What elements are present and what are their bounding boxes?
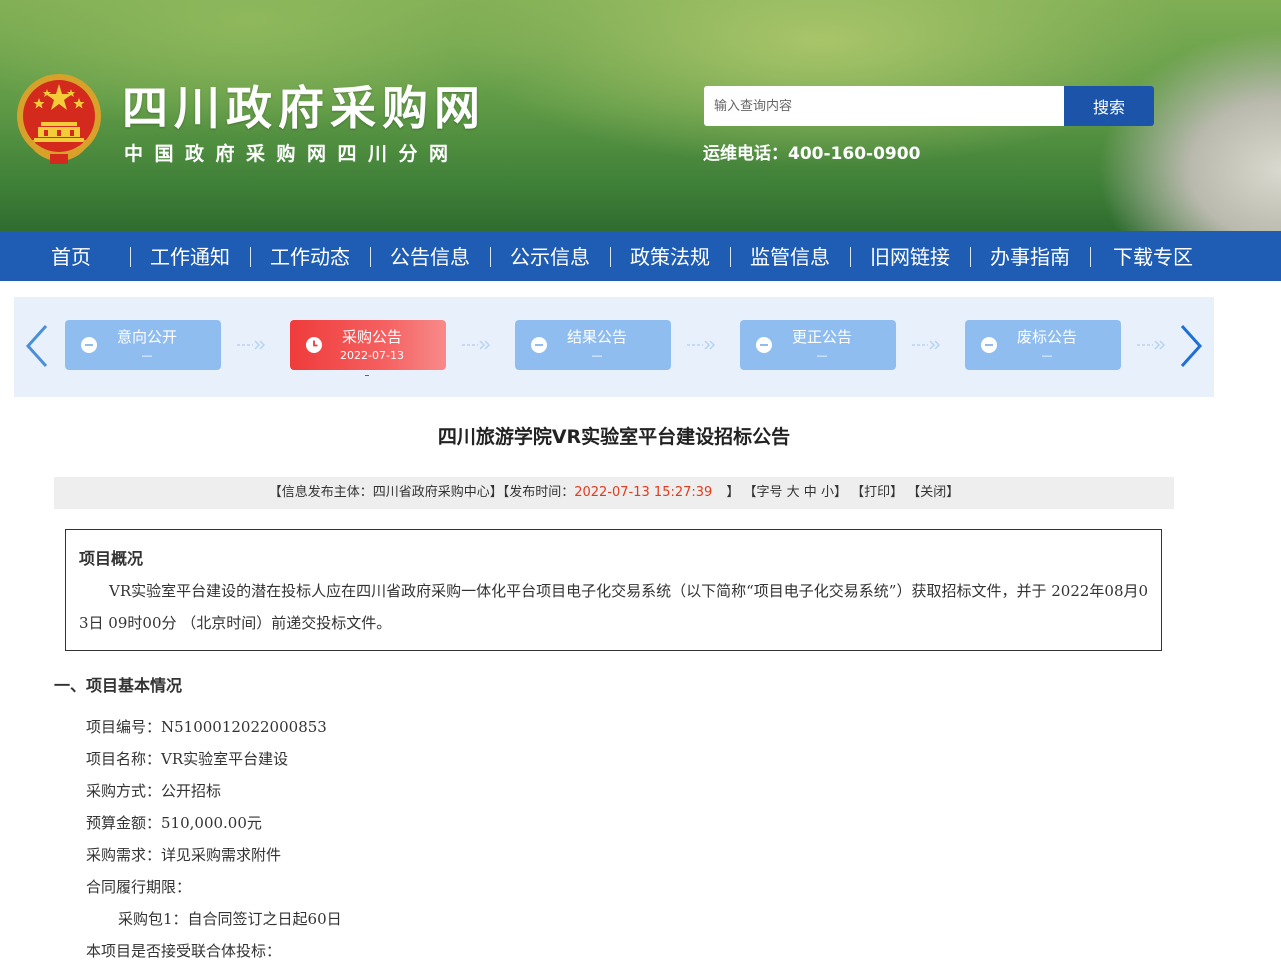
hotline-text: 运维电话：400-160-0900 [703,144,921,164]
active-step-marker [365,375,369,376]
nav-item-home[interactable]: 首页 [51,231,91,281]
step-label: 废标公告 [1016,328,1077,346]
step-intention[interactable]: 意向公开 — [65,320,221,370]
publisher-suffix: 】 [726,485,740,500]
close-link[interactable]: 【关闭】 [907,485,959,500]
step-date: — [816,349,828,362]
nav-item-work-news[interactable]: 工作动态 [270,231,350,281]
step-arrow-icon [687,340,716,350]
font-size-large[interactable]: 大 [787,485,800,500]
consortium-line: 本项目是否接受联合体投标： [86,942,282,960]
publisher-info: 【信息发布主体：四川省政府采购中心】【发布时间： [268,485,575,500]
procurement-method: 采购方式：公开招标 [86,782,222,800]
step-date: — [591,349,603,362]
project-overview-box: 项目概况 VR实验室平台建设的潜在投标人应在四川省政府采购一体化平台项目电子化交… [65,529,1162,651]
nav-divider [370,247,371,267]
step-arrow-icon [1137,340,1166,350]
chevron-right-icon[interactable] [1176,322,1206,370]
nav-divider [610,247,611,267]
step-date: — [141,349,153,362]
search-button[interactable]: 搜索 [1064,86,1154,126]
nav-divider [970,247,971,267]
step-date: — [1041,349,1053,362]
section-title: 一、项目基本情况 [54,676,183,695]
overview-title: 项目概况 [79,549,144,568]
nav-item-policies[interactable]: 政策法规 [630,231,710,281]
nav-divider [490,247,491,267]
nav-divider [730,247,731,267]
font-size-medium[interactable]: 中 [804,485,817,500]
procurement-requirement: 采购需求：详见采购需求附件 [86,846,282,864]
step-procurement[interactable]: 采购公告 2022-07-13 [290,320,446,370]
nav-divider [850,247,851,267]
font-size-label: 【字号 [743,485,783,500]
site-subtitle: 中国政府采购网四川分网 [124,143,460,165]
nav-item-public-notice[interactable]: 公示信息 [510,231,590,281]
step-result[interactable]: 结果公告 — [515,320,671,370]
nav-divider [1090,247,1091,267]
nav-divider [130,247,131,267]
publish-time: 2022-07-13 15:27:39 [574,485,713,500]
nav-item-guide[interactable]: 办事指南 [990,231,1070,281]
main-nav: 首页 工作通知 工作动态 公告信息 公示信息 政策法规 监管信息 旧网链接 办事… [0,231,1281,281]
site-title: 四川政府采购网 [122,81,486,135]
contract-period: 合同履行期限： [86,878,192,896]
article-meta-bar: 【信息发布主体：四川省政府采购中心】【发布时间：2022-07-13 15:27… [54,477,1174,509]
nav-item-announcements[interactable]: 公告信息 [390,231,470,281]
national-emblem-icon [17,74,101,164]
package-line: 采购包1：自合同签订之日起60日 [118,910,342,928]
step-label: 结果公告 [566,328,627,346]
chevron-left-icon[interactable] [24,322,54,370]
process-steps: 意向公开 — 采购公告 2022-07-13 结果公告 — 更正公告 — 废标公… [14,297,1214,397]
step-label: 意向公开 [116,328,177,346]
step-arrow-icon [912,340,941,350]
print-link[interactable]: 【打印】 [851,485,903,500]
overview-text: VR实验室平台建设的潜在投标人应在四川省政府采购一体化平台项目电子化交易系统（以… [79,582,1149,632]
nav-item-work-notice[interactable]: 工作通知 [150,231,230,281]
site-header: 四川政府采购网 中国政府采购网四川分网 搜索 运维电话：400-160-0900 [0,0,1281,231]
article-title: 四川旅游学院VR实验室平台建设招标公告 [437,426,791,448]
nav-item-old-site[interactable]: 旧网链接 [870,231,950,281]
step-cancel[interactable]: 废标公告 — [965,320,1121,370]
budget-amount: 预算金额：510,000.00元 [86,814,262,832]
step-label: 采购公告 [341,328,402,346]
step-label: 更正公告 [791,328,852,346]
font-size-small[interactable]: 小 [821,485,834,500]
nav-item-supervision[interactable]: 监管信息 [750,231,830,281]
step-date: 2022-07-13 [340,349,404,362]
step-arrow-icon [237,340,266,350]
search-input[interactable] [704,86,1064,126]
step-arrow-icon [462,340,491,350]
project-number: 项目编号：N5100012022000853 [86,718,327,736]
nav-item-downloads[interactable]: 下载专区 [1113,231,1193,281]
nav-divider [250,247,251,267]
project-name: 项目名称：VR实验室平台建设 [86,750,289,768]
step-correction[interactable]: 更正公告 — [740,320,896,370]
font-size-close: 】 [833,485,847,500]
